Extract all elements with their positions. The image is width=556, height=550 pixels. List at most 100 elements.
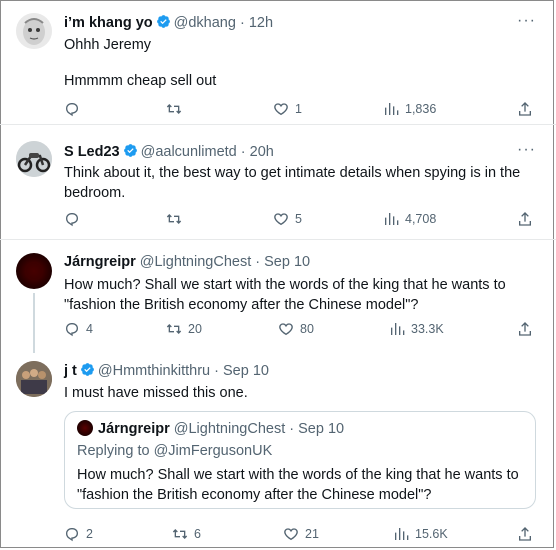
tweet-text: Think about it, the best way to get inti… [64,163,520,203]
tweet-line: How much? Shall we start with the words … [64,277,506,293]
display-name[interactable]: j t [64,363,77,379]
retweet-icon [172,529,188,539]
timestamp[interactable]: Sep 10 [223,363,269,379]
tweet[interactable]: j t @Hmmthinkitthru · Sep 10 I must have … [0,352,556,548]
quoted-tweet[interactable]: Járngreipr @LightningChest · Sep 10 Repl… [64,411,536,509]
action-bar: 4 20 80 33.3K [0,321,556,341]
separator-dot: · [240,144,246,160]
views-button[interactable]: 33.3K [389,321,444,337]
separator-dot: · [255,254,261,270]
views-button[interactable]: 4,708 [383,211,436,227]
tweet-header: S Led23 @aalcunlimetd · 20h [64,143,274,160]
tweet-line: Think about it, the best way to get inti… [64,165,521,181]
separator-dot: · [239,15,245,31]
reply-button[interactable] [64,101,86,117]
reply-icon [65,528,79,542]
views-icon [395,528,409,540]
more-options-icon[interactable]: ··· [517,141,536,159]
timestamp[interactable]: 12h [249,15,273,31]
avatar[interactable] [16,361,52,397]
share-button[interactable] [517,101,533,117]
quoted-tweet-header: Járngreipr @LightningChest · Sep 10 [77,420,344,437]
avatar[interactable] [16,253,52,289]
tweet[interactable]: Járngreipr @LightningChest · Sep 10 How … [0,240,556,353]
share-icon [519,212,531,226]
share-button[interactable] [517,211,533,227]
quoted-avatar [77,420,93,436]
views-icon [385,213,399,225]
retweet-count: 6 [194,527,201,541]
retweet-icon [166,104,182,114]
like-count: 1 [295,102,302,116]
views-icon [391,323,405,335]
share-icon [519,322,531,336]
retweet-button[interactable] [166,101,188,117]
tweet-line: "fashion the British economy after the C… [77,487,432,503]
retweet-button[interactable]: 20 [166,321,202,337]
views-button[interactable]: 1,836 [383,101,436,117]
retweet-button[interactable]: 6 [172,526,201,542]
display-name[interactable]: Járngreipr [64,254,136,270]
more-options-icon[interactable]: ··· [517,12,536,30]
tweet-line: Ohhh Jeremy [64,37,152,53]
reply-icon [65,323,79,337]
views-button[interactable]: 15.6K [393,526,448,542]
like-button[interactable]: 5 [273,211,302,227]
reply-button[interactable]: 4 [64,321,93,337]
display-name[interactable]: S Led23 [64,144,120,160]
reply-icon [65,103,79,117]
verified-badge-icon [156,15,170,28]
quoted-timestamp: Sep 10 [298,421,345,437]
heart-icon [279,323,293,336]
reply-count: 2 [86,527,93,541]
separator-dot: · [214,363,219,379]
tweet[interactable]: i’m khang yo @dkhang · 12h ··· Ohhh Jerem… [0,0,556,124]
handle[interactable]: @Hmmthinkitthru [98,363,210,379]
like-button[interactable]: 21 [283,526,319,542]
like-count: 80 [300,322,314,336]
handle[interactable]: @LightningChest [140,254,251,270]
retweet-icon [166,214,182,224]
verified-badge-icon [80,363,94,376]
group-photo-icon [16,361,52,397]
view-count: 4,708 [405,212,437,226]
reply-count: 4 [86,322,93,336]
heart-icon [274,103,288,116]
display-name[interactable]: i’m khang yo [64,15,153,31]
like-count: 21 [305,527,319,541]
share-button[interactable] [517,526,533,542]
tweet-header: j t @Hmmthinkitthru · Sep 10 [64,362,269,379]
retweet-button[interactable] [166,211,188,227]
reply-button[interactable] [64,211,86,227]
like-button[interactable]: 80 [278,321,314,337]
heart-icon [284,528,298,541]
baby-portrait-icon [16,13,52,49]
avatar[interactable] [16,13,52,49]
tweet-line: How much? Shall we start with the words … [77,467,519,483]
separator-dot: · [289,421,295,437]
quoted-display-name: Járngreipr [98,421,170,437]
dark-red-portrait-icon [26,263,42,279]
quoted-tweet-text: How much? Shall we start with the words … [77,465,519,505]
reply-button[interactable]: 2 [64,526,93,542]
timestamp[interactable]: 20h [250,144,274,160]
action-bar: 2 6 21 15.6K [0,526,556,546]
tweet-line: I must have missed this one. [64,385,248,401]
like-count: 5 [295,212,302,226]
avatar[interactable] [16,141,52,177]
view-count: 15.6K [415,527,448,541]
timestamp[interactable]: Sep 10 [264,254,310,270]
action-bar: 5 4,708 [0,211,556,231]
handle[interactable]: @dkhang [174,15,236,31]
views-icon [385,103,399,115]
like-button[interactable]: 1 [273,101,302,117]
action-bar: 1 1,836 [0,101,556,121]
tweet-text: Ohhh Jeremy Hmmmm cheap sell out [64,35,216,91]
share-icon [519,102,531,116]
replying-to: Replying to @JimFergusonUK [77,443,273,459]
tweet[interactable]: S Led23 @aalcunlimetd · 20h ··· Think abo… [0,125,556,237]
handle[interactable]: @aalcunlimetd [141,144,237,160]
tweet-text: How much? Shall we start with the words … [64,275,506,315]
tweet-header: i’m khang yo @dkhang · 12h [64,14,273,31]
share-button[interactable] [517,321,533,337]
